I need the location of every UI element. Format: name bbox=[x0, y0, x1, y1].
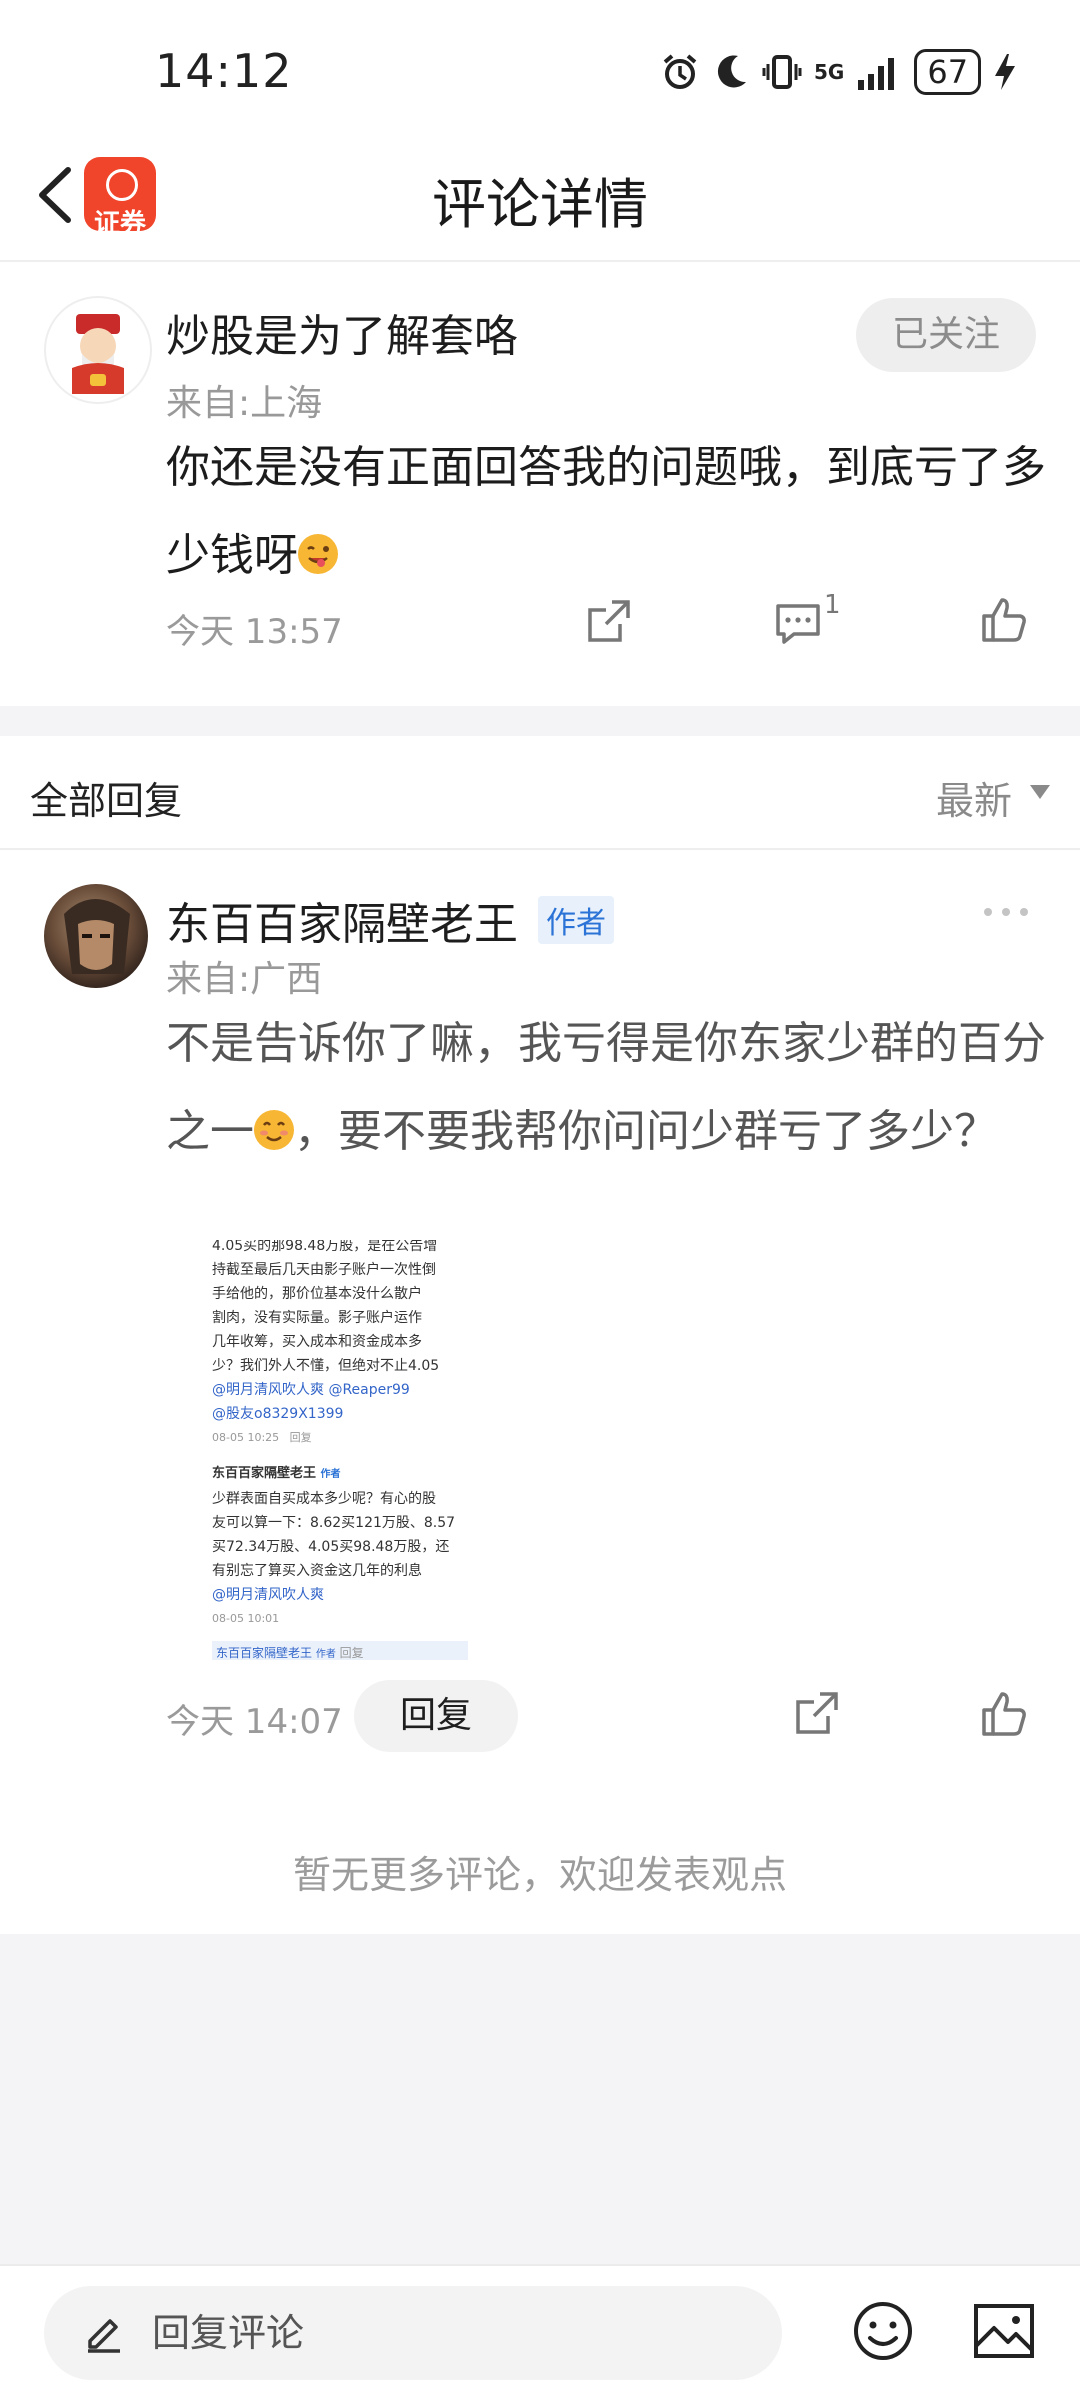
comic-face-avatar-icon bbox=[64, 899, 130, 974]
sort-dropdown[interactable]: 最新 bbox=[936, 770, 1012, 825]
embed-footer-badge: 作者 bbox=[315, 1649, 336, 1660]
location: 来自:上海 bbox=[166, 383, 323, 424]
replies-divider bbox=[0, 848, 1080, 850]
reply-text-part2: ，要不要我帮你问问少群亏了多少？ bbox=[294, 1106, 998, 1157]
triangle-down-icon bbox=[1030, 785, 1050, 799]
embed-footer: 东百百家隔壁老王 作者 回复 bbox=[212, 1641, 468, 1660]
reply-comment-input[interactable]: 回复评论 bbox=[44, 2286, 782, 2380]
thumbs-up-icon bbox=[982, 598, 1026, 642]
username[interactable]: 炒股是为了解套咯 bbox=[166, 300, 518, 364]
signal-icon bbox=[858, 58, 895, 90]
charging-icon bbox=[995, 54, 1016, 90]
embed-line: 友可以算一下：8.62买121万股、8.57 bbox=[212, 1515, 456, 1531]
embed-line: 几年收筹，买入成本和资金成本多 bbox=[212, 1334, 422, 1350]
comment-time: 今天 13:57 bbox=[166, 612, 343, 652]
reply-location: 来自:广西 bbox=[166, 959, 323, 1000]
embed-line: 少群表面自买成本多少呢？有心的股 bbox=[212, 1491, 436, 1507]
moon-icon bbox=[717, 55, 746, 88]
embed-footer-name: 东百百家隔壁老王 bbox=[216, 1646, 313, 1660]
comment-icon bbox=[776, 604, 820, 644]
author-badge: 作者 bbox=[538, 896, 614, 944]
embed-meta: 08-05 10:25 回复 bbox=[212, 1426, 468, 1450]
empty-area bbox=[0, 1934, 1080, 2264]
embed-body-top: 4.05买的那98.48万股，是在公告增 持截至最后几天由影子账户一次性倒 手给… bbox=[212, 1240, 468, 1450]
reply-username[interactable]: 东百百家隔壁老王 bbox=[166, 888, 518, 952]
emoji-button[interactable] bbox=[852, 2300, 914, 2362]
embed-mentions: @明月清风吹人爽 bbox=[212, 1587, 324, 1603]
comment-text: 你还是没有正面回答我的问题哦，到底亏了多少钱呀 bbox=[166, 424, 1046, 600]
status-icons: 5G 67 bbox=[660, 44, 1017, 100]
embed-author-name: 东百百家隔壁老王 bbox=[212, 1466, 317, 1481]
more-options-button[interactable] bbox=[984, 908, 1028, 916]
embed-body-bottom: 东百百家隔壁老王 作者 少群表面自买成本多少呢？有心的股 友可以算一下：8.62… bbox=[212, 1462, 468, 1660]
embed-date: 08-05 10:25 bbox=[212, 1431, 280, 1444]
embed-footer-reply: 回复 bbox=[339, 1646, 364, 1660]
battery-icon: 67 bbox=[914, 49, 982, 95]
all-replies-title: 全部回复 bbox=[30, 779, 183, 823]
embed-meta: 08-05 10:01 bbox=[212, 1612, 280, 1625]
reply-input-placeholder: 回复评论 bbox=[152, 2311, 305, 2355]
reply-share-button[interactable] bbox=[794, 1690, 840, 1736]
embed-line: 持截至最后几天由影子账户一次性倒 bbox=[212, 1262, 436, 1278]
vibrate-icon bbox=[762, 55, 802, 89]
embedded-screenshot[interactable]: 4.05买的那98.48万股，是在公告增 持截至最后几天由影子账户一次性倒 手给… bbox=[212, 1240, 468, 1660]
embed-line: 买72.34万股、4.05买98.48万股，还 bbox=[212, 1539, 450, 1555]
share-icon bbox=[588, 600, 630, 642]
image-button[interactable] bbox=[972, 2302, 1036, 2360]
embed-mentions: @股友o8329X1399 bbox=[212, 1406, 344, 1422]
embed-line: 手给他的，那价位基本没什么散户 bbox=[212, 1286, 422, 1302]
page-title: 评论详情 bbox=[432, 173, 648, 236]
pencil-icon bbox=[88, 2319, 120, 2353]
fortune-god-avatar-icon bbox=[72, 314, 124, 394]
network-label: 5G bbox=[814, 60, 845, 84]
embed-line: 有别忘了算买入资金这几年的利息 bbox=[212, 1563, 422, 1579]
status-time: 14:12 bbox=[155, 44, 293, 98]
dot-icon bbox=[984, 908, 992, 916]
reply-time: 今天 14:07 bbox=[166, 1702, 343, 1742]
thumbs-up-icon bbox=[982, 1692, 1026, 1736]
share-icon bbox=[796, 1692, 838, 1734]
embed-line: 4.05买的那98.48万股，是在公告增 bbox=[212, 1240, 438, 1254]
winking-tongue-emoji-icon bbox=[298, 534, 338, 574]
comment-count: 1 bbox=[824, 590, 841, 620]
image-icon bbox=[974, 2304, 1034, 2358]
embed-mentions: @明月清风吹人爽 @Reaper99 bbox=[212, 1382, 410, 1398]
like-button[interactable] bbox=[980, 596, 1028, 644]
smiley-icon bbox=[854, 2302, 912, 2360]
embed-author: 东百百家隔壁老王 作者 bbox=[212, 1462, 468, 1487]
dot-icon bbox=[1002, 908, 1010, 916]
dot-icon bbox=[1020, 908, 1028, 916]
avatar[interactable] bbox=[44, 296, 152, 404]
reply-avatar[interactable] bbox=[44, 884, 148, 988]
reply-like-button[interactable] bbox=[980, 1690, 1028, 1738]
follow-button[interactable]: 已关注 bbox=[856, 298, 1036, 372]
share-button[interactable] bbox=[586, 598, 632, 644]
comment-button[interactable]: 1 bbox=[774, 590, 854, 648]
embed-reply: 回复 bbox=[289, 1431, 312, 1444]
embed-line: 割肉，没有实际量。影子账户运作 bbox=[212, 1310, 422, 1326]
header-divider bbox=[0, 260, 1080, 262]
blushing-smile-emoji-icon bbox=[254, 1110, 294, 1150]
no-more-comments: 暂无更多评论，欢迎发表观点 bbox=[292, 1853, 787, 1897]
alarm-icon bbox=[663, 54, 697, 89]
embed-line: 少？我们外人不懂，但绝对不止4.05 bbox=[212, 1358, 440, 1374]
section-gap bbox=[0, 706, 1080, 736]
embed-author-badge: 作者 bbox=[320, 1469, 341, 1480]
reply-button[interactable]: 回复 bbox=[354, 1680, 518, 1752]
reply-text: 不是告诉你了嘛，我亏得是你东家少群的百分之一 ，要不要我帮你问问少群亏了多少？ bbox=[166, 1000, 1046, 1176]
